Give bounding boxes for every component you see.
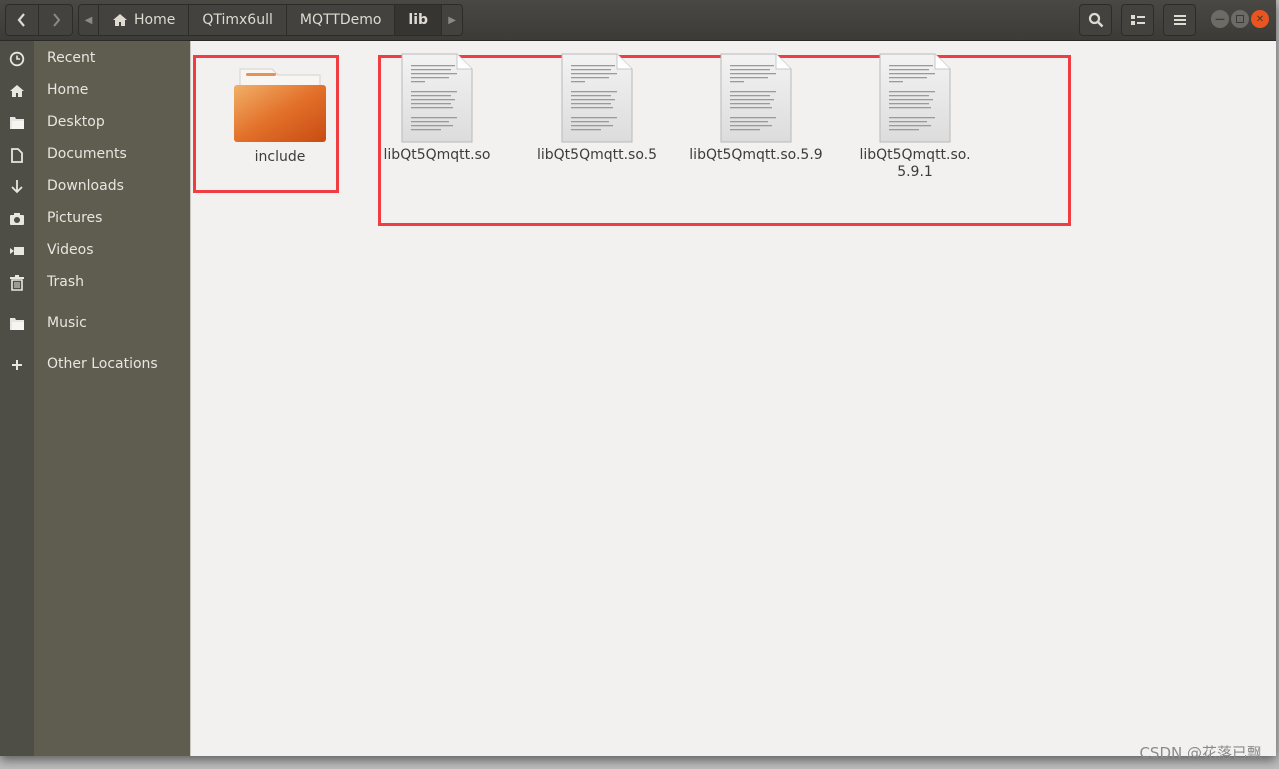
view-toggle-button[interactable]	[1121, 4, 1154, 36]
home-icon[interactable]	[0, 81, 34, 101]
home-icon	[113, 14, 127, 26]
sidebar-item-music[interactable]: Music	[47, 315, 87, 331]
folder-item[interactable]: include	[205, 65, 355, 166]
download-icon[interactable]	[0, 177, 34, 197]
breadcrumb-qtimx6ull[interactable]: QTimx6ull	[189, 5, 287, 35]
sidebar-item-documents[interactable]: Documents	[47, 146, 127, 162]
plus-icon[interactable]	[0, 355, 34, 375]
breadcrumb-label: MQTTDemo	[299, 12, 382, 28]
breadcrumb-label: lib	[408, 12, 429, 28]
chevron-right-icon	[52, 13, 60, 27]
history-nav	[5, 4, 73, 36]
maximize-button[interactable]	[1231, 10, 1249, 28]
launcher-dock	[0, 41, 34, 756]
file-item[interactable]: libQt5Qmqtt.so.5	[522, 53, 672, 164]
file-name-label: libQt5Qmqtt.so.5	[536, 147, 658, 163]
video-icon[interactable]	[0, 241, 34, 261]
file-name-label: libQt5Qmqtt.so.5.9	[689, 147, 823, 163]
file-item[interactable]: libQt5Qmqtt.so	[362, 53, 512, 164]
sidebar-item-desktop[interactable]: Desktop	[47, 114, 105, 130]
back-button[interactable]	[6, 5, 39, 35]
camera-icon[interactable]	[0, 209, 34, 229]
header-bar: ◀ Home QTimx6ull MQTTDemo lib ▶ — ✕	[0, 0, 1276, 41]
menu-button[interactable]	[1163, 4, 1196, 36]
watermark: CSDN @花落已飘	[1139, 744, 1262, 762]
minimize-button[interactable]: —	[1211, 10, 1229, 28]
file-item[interactable]: libQt5Qmqtt.so. 5.9.1	[840, 53, 990, 181]
minimize-icon: —	[1215, 13, 1225, 25]
breadcrumb-mqttdemo[interactable]: MQTTDemo	[287, 5, 396, 35]
search-button[interactable]	[1079, 4, 1112, 36]
maximize-icon	[1236, 15, 1244, 23]
text-file-icon	[720, 53, 792, 143]
close-icon: ✕	[1255, 13, 1265, 25]
file-manager-window: ◀ Home QTimx6ull MQTTDemo lib ▶ — ✕ Rece…	[0, 0, 1276, 762]
sidebar-item-home[interactable]: Home	[47, 82, 88, 98]
file-name-label: include	[254, 149, 306, 165]
text-file-icon	[401, 53, 473, 143]
breadcrumb-scroll-left[interactable]: ◀	[79, 5, 99, 35]
folder-icon	[234, 68, 326, 142]
places-sidebar: Recent Home Desktop Documents Downloads Pictu…	[34, 41, 191, 756]
breadcrumb-label: Home	[134, 12, 176, 28]
trash-icon[interactable]	[0, 273, 34, 293]
menu-icon	[1173, 15, 1186, 25]
chevron-left-icon	[17, 13, 25, 27]
forward-button[interactable]	[39, 5, 72, 35]
folder-icon[interactable]	[0, 314, 34, 334]
folder-icon[interactable]	[0, 113, 34, 133]
breadcrumb-scroll-right[interactable]: ▶	[442, 5, 462, 35]
text-file-icon	[879, 53, 951, 143]
breadcrumb: ◀ Home QTimx6ull MQTTDemo lib ▶	[78, 4, 464, 36]
file-view: include libQt5Qmqtt.so libQt5Qmqtt.so.5 lib…	[192, 41, 1276, 756]
breadcrumb-home[interactable]: Home	[99, 5, 190, 35]
sidebar-item-trash[interactable]: Trash	[47, 274, 84, 290]
close-button[interactable]: ✕	[1251, 10, 1269, 28]
view-toggle-icon	[1130, 15, 1145, 25]
breadcrumb-lib[interactable]: lib	[395, 5, 443, 35]
sidebar-item-other-locations[interactable]: Other Locations	[47, 356, 158, 372]
sidebar-item-recent[interactable]: Recent	[47, 50, 95, 66]
search-icon	[1088, 12, 1103, 28]
text-file-icon	[561, 53, 633, 143]
file-item[interactable]: libQt5Qmqtt.so.5.9	[681, 53, 831, 164]
file-name-label: libQt5Qmqtt.so	[383, 147, 491, 163]
document-icon[interactable]	[0, 145, 34, 165]
clock-icon[interactable]	[0, 49, 34, 69]
sidebar-item-videos[interactable]: Videos	[47, 242, 94, 258]
breadcrumb-label: QTimx6ull	[202, 12, 273, 28]
sidebar-item-pictures[interactable]: Pictures	[47, 210, 102, 226]
file-name-label: libQt5Qmqtt.so. 5.9.1	[859, 147, 971, 180]
sidebar-item-downloads[interactable]: Downloads	[47, 178, 124, 194]
